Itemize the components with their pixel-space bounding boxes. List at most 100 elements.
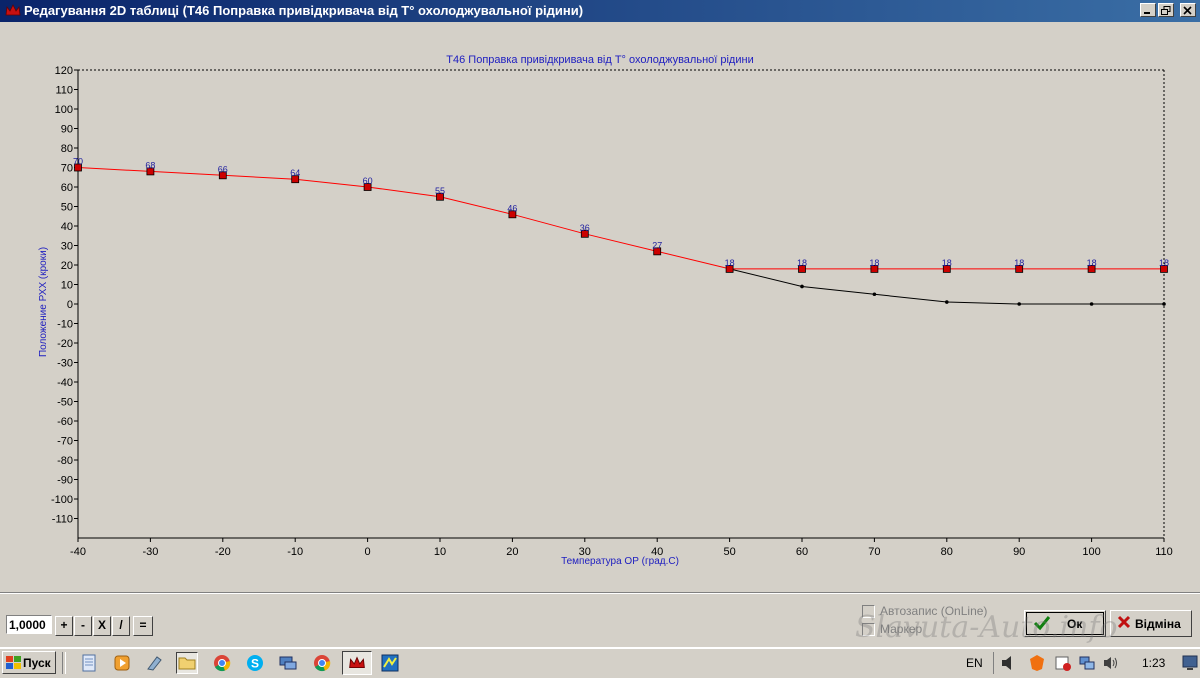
y-tick-label: 10 <box>61 280 73 292</box>
notepad-icon[interactable] <box>79 653 99 673</box>
x-tick-label: -40 <box>70 546 86 558</box>
marker-checkbox[interactable] <box>862 623 875 636</box>
x-tick-label: 50 <box>723 546 735 558</box>
windows-logo-icon <box>6 656 21 669</box>
cancel-button[interactable]: Відміна <box>1110 610 1192 637</box>
network-icon[interactable] <box>278 653 298 673</box>
taskbar-separator <box>62 652 66 674</box>
y-axis-label: Положение РХХ (кроки) <box>38 247 49 357</box>
x-tick-label: -30 <box>142 546 158 558</box>
data-label: 66 <box>218 164 228 174</box>
y-tick-label: -60 <box>57 416 73 428</box>
y-tick-label: -80 <box>57 455 73 467</box>
x-axis-label: Температура ОР (град.С) <box>561 556 679 567</box>
data-label: 60 <box>363 176 373 186</box>
data-label: 64 <box>290 168 300 178</box>
start-label: Пуск <box>23 656 51 670</box>
antivirus-icon[interactable] <box>1028 654 1046 672</box>
network-tray-icon[interactable] <box>1078 654 1096 672</box>
x-tick-label: 100 <box>1082 546 1100 558</box>
data-label: 36 <box>580 223 590 233</box>
folder-icon[interactable] <box>176 652 198 674</box>
series-point-secondary <box>1162 302 1166 306</box>
show-desktop-icon[interactable] <box>1182 654 1198 672</box>
data-label: 18 <box>797 258 807 268</box>
x-tick-label: -10 <box>287 546 303 558</box>
bottom-panel <box>0 592 1200 648</box>
skype-icon[interactable]: S <box>245 653 265 673</box>
y-tick-label: -10 <box>57 319 73 331</box>
y-tick-label: -70 <box>57 436 73 448</box>
minimize-icon <box>1144 12 1150 14</box>
chart[interactable]: T46 Поправка привідкривача від T° охолод… <box>0 22 1200 592</box>
y-tick-label: -100 <box>51 494 73 506</box>
y-tick-label: 40 <box>61 221 73 233</box>
x-axis-ticks: -40 -30 -20 -10 0 10 20 30 40 50 60 70 80 90 100 110 <box>70 538 1173 558</box>
y-tick-label: 30 <box>61 241 73 253</box>
subtract-button[interactable]: - <box>74 616 92 636</box>
crown-app-icon <box>5 4 21 16</box>
minimize-button[interactable] <box>1140 3 1156 17</box>
y-tick-label: 50 <box>61 202 73 214</box>
svg-text:S: S <box>251 657 259 671</box>
clock: 1:23 <box>1142 656 1166 670</box>
security-icon[interactable] <box>1054 654 1072 672</box>
data-label: 18 <box>942 258 952 268</box>
series-point-secondary <box>945 300 949 304</box>
paint-icon[interactable] <box>145 653 165 673</box>
y-tick-label: 70 <box>61 163 73 175</box>
x-tick-label: 10 <box>434 546 446 558</box>
y-axis-ticks: 1201101009080706050403020100-10-20-30-40… <box>51 65 78 526</box>
multiply-button[interactable]: X <box>93 616 111 636</box>
client-area: T46 Поправка привідкривача від T° охолод… <box>0 22 1200 647</box>
x-tick-label: -20 <box>215 546 231 558</box>
chrome-icon[interactable] <box>312 653 332 673</box>
close-icon <box>1183 6 1192 15</box>
data-label: 27 <box>652 240 662 250</box>
taskbar: Пуск S EN 1:23 <box>0 647 1200 678</box>
window-title: Редагування 2D таблиці (T46 Поправка при… <box>24 3 584 18</box>
y-tick-label: -30 <box>57 358 73 370</box>
start-button[interactable]: Пуск <box>2 651 56 674</box>
chrome-icon[interactable] <box>212 653 232 673</box>
map-app-icon[interactable] <box>380 653 400 673</box>
volume-icon[interactable] <box>1102 654 1120 672</box>
data-label: 18 <box>1159 258 1169 268</box>
series-point-secondary <box>872 292 877 297</box>
y-tick-label: 0 <box>67 299 73 311</box>
y-tick-label: 120 <box>55 65 73 77</box>
window-titlebar[interactable]: Редагування 2D таблиці (T46 Поправка при… <box>0 0 1200 22</box>
series-point-secondary <box>1017 302 1021 306</box>
close-button[interactable] <box>1180 3 1196 17</box>
ok-button[interactable]: Ок <box>1024 610 1106 637</box>
y-tick-label: -40 <box>57 377 73 389</box>
cross-icon <box>1117 615 1131 629</box>
y-tick-label: 100 <box>55 104 73 116</box>
x-tick-label: 0 <box>365 546 371 558</box>
language-indicator[interactable]: EN <box>966 656 983 670</box>
data-label: 46 <box>507 203 517 213</box>
y-tick-label: 20 <box>61 260 73 272</box>
y-tick-label: 110 <box>55 85 73 97</box>
y-tick-label: -50 <box>57 397 73 409</box>
crown-app-icon[interactable] <box>342 651 372 675</box>
tray-separator <box>993 652 994 674</box>
divide-button[interactable]: / <box>112 616 130 636</box>
y-tick-label: -20 <box>57 338 73 350</box>
ok-label: Ок <box>1067 617 1083 631</box>
autosave-checkbox[interactable] <box>862 605 875 618</box>
add-button[interactable]: + <box>55 616 73 636</box>
restore-button[interactable] <box>1158 3 1174 17</box>
x-tick-label: 20 <box>506 546 518 558</box>
y-tick-label: -90 <box>57 475 73 487</box>
speaker-icon[interactable] <box>1000 654 1018 672</box>
equals-button[interactable]: = <box>133 616 153 636</box>
data-label: 18 <box>1014 258 1024 268</box>
media-player-icon[interactable] <box>112 653 132 673</box>
y-tick-label: -110 <box>52 514 73 526</box>
data-label: 55 <box>435 186 445 196</box>
x-tick-label: 80 <box>941 546 953 558</box>
multiplier-input[interactable] <box>6 615 52 634</box>
x-tick-label: 90 <box>1013 546 1025 558</box>
cancel-label: Відміна <box>1135 617 1181 631</box>
